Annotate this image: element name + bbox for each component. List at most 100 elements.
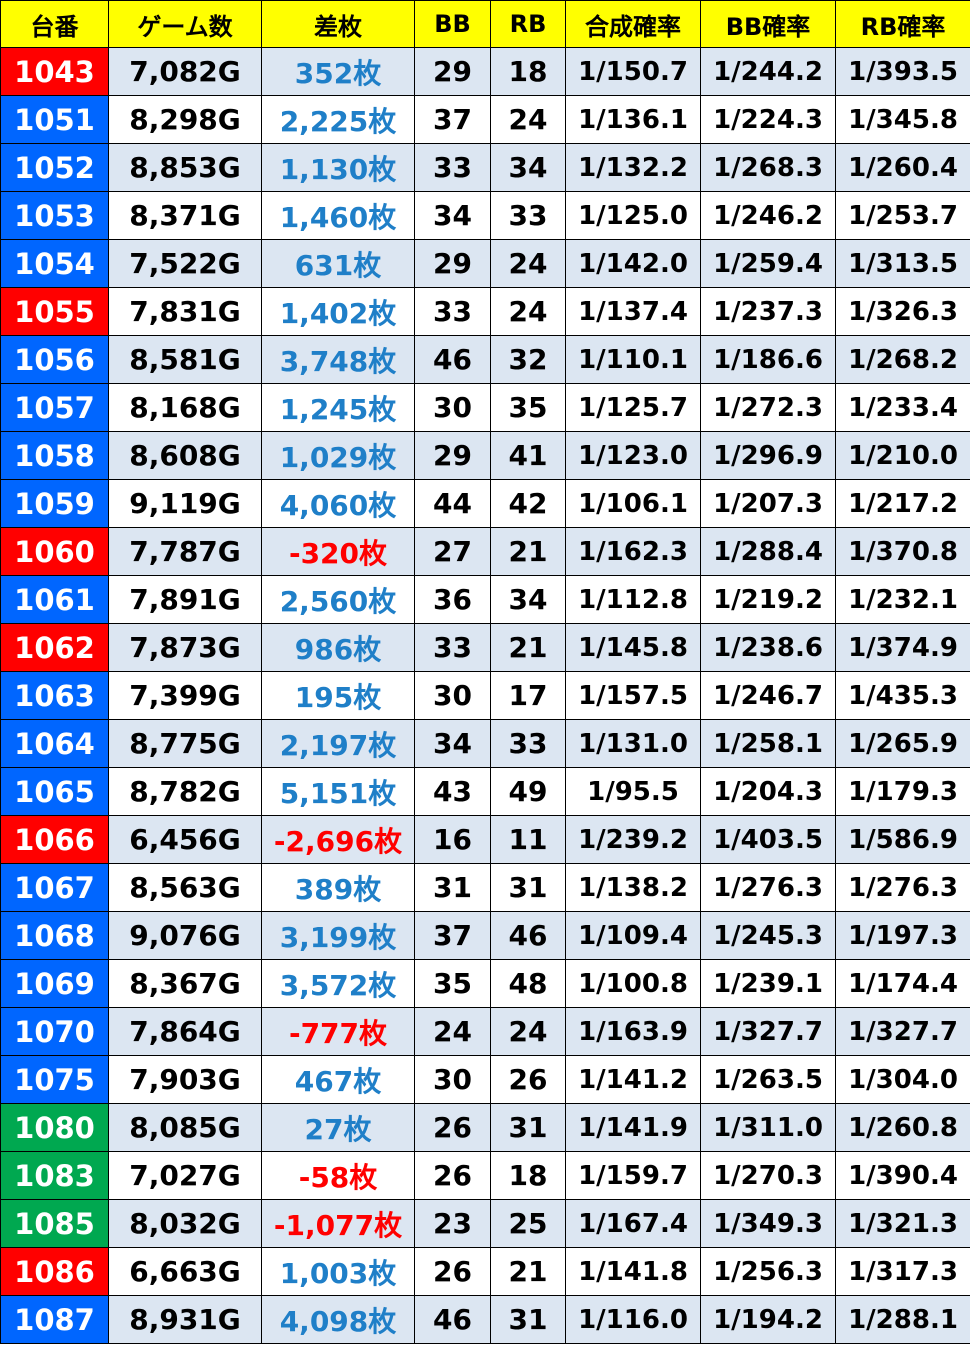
rb-count-cell: 31 (490, 1295, 566, 1344)
medal-difference-cell: 5,151枚 (261, 767, 415, 816)
bb-count-cell: 29 (414, 47, 491, 96)
rb-count-cell: 32 (490, 335, 566, 384)
table-row: 1056 8,581G 3,748枚 46 32 1/110.1 1/186.6 1/268.… (0, 335, 970, 384)
combined-rate-cell: 1/239.2 (565, 815, 701, 864)
rb-count-cell: 35 (490, 383, 566, 432)
game-count-cell: 8,775G (108, 719, 262, 768)
medal-difference-cell: 2,197枚 (261, 719, 415, 768)
rb-rate-cell: 1/327.7 (835, 1007, 970, 1056)
table-row: 1063 7,399G 195枚 30 17 1/157.5 1/246.7 1/435.3 (0, 671, 970, 720)
machine-number-cell: 1059 (0, 479, 109, 528)
machine-number-cell: 1064 (0, 719, 109, 768)
table-row: 1051 8,298G 2,225枚 37 24 1/136.1 1/224.3 1/345.… (0, 95, 970, 144)
rb-count-cell: 33 (490, 719, 566, 768)
machine-number-cell: 1087 (0, 1295, 109, 1344)
rb-count-cell: 33 (490, 191, 566, 240)
machine-number-cell: 1053 (0, 191, 109, 240)
combined-rate-cell: 1/131.0 (565, 719, 701, 768)
bb-rate-cell: 1/276.3 (700, 863, 836, 912)
bb-rate-cell: 1/239.1 (700, 959, 836, 1008)
rb-count-cell: 26 (490, 1055, 566, 1104)
game-count-cell: 8,853G (108, 143, 262, 192)
combined-rate-cell: 1/141.8 (565, 1247, 701, 1296)
rb-rate-cell: 1/179.3 (835, 767, 970, 816)
bb-rate-cell: 1/207.3 (700, 479, 836, 528)
table-row: 1065 8,782G 5,151枚 43 49 1/95.5 1/204.3 1/179.3 (0, 767, 970, 816)
combined-rate-cell: 1/159.7 (565, 1151, 701, 1200)
game-count-cell: 7,831G (108, 287, 262, 336)
bb-rate-cell: 1/263.5 (700, 1055, 836, 1104)
bb-rate-cell: 1/288.4 (700, 527, 836, 576)
bb-count-cell: 30 (414, 1055, 491, 1104)
combined-rate-cell: 1/141.2 (565, 1055, 701, 1104)
medal-difference-cell: 2,560枚 (261, 575, 415, 624)
rb-count-cell: 21 (490, 527, 566, 576)
bb-count-cell: 35 (414, 959, 491, 1008)
combined-rate-cell: 1/116.0 (565, 1295, 701, 1344)
combined-rate-cell: 1/162.3 (565, 527, 701, 576)
rb-count-cell: 17 (490, 671, 566, 720)
machine-number-cell: 1067 (0, 863, 109, 912)
rb-count-cell: 11 (490, 815, 566, 864)
rb-rate-cell: 1/288.1 (835, 1295, 970, 1344)
game-count-cell: 6,663G (108, 1247, 262, 1296)
bb-count-cell: 31 (414, 863, 491, 912)
header-bb: BB (414, 0, 491, 48)
rb-count-cell: 18 (490, 47, 566, 96)
game-count-cell: 8,371G (108, 191, 262, 240)
slot-data-table: 台番 ゲーム数 差枚 BB RB 合成確率 BB確率 RB確率 1043 7,08… (0, 0, 970, 1344)
rb-rate-cell: 1/326.3 (835, 287, 970, 336)
table-row: 1064 8,775G 2,197枚 34 33 1/131.0 1/258.1 1/265.… (0, 719, 970, 768)
bb-rate-cell: 1/186.6 (700, 335, 836, 384)
game-count-cell: 7,873G (108, 623, 262, 672)
rb-count-cell: 41 (490, 431, 566, 480)
game-count-cell: 8,168G (108, 383, 262, 432)
bb-rate-cell: 1/349.3 (700, 1199, 836, 1248)
medal-difference-cell: -1,077枚 (261, 1199, 415, 1248)
machine-number-cell: 1070 (0, 1007, 109, 1056)
game-count-cell: 8,608G (108, 431, 262, 480)
rb-count-cell: 46 (490, 911, 566, 960)
medal-difference-cell: 1,460枚 (261, 191, 415, 240)
combined-rate-cell: 1/109.4 (565, 911, 701, 960)
game-count-cell: 7,787G (108, 527, 262, 576)
bb-rate-cell: 1/238.6 (700, 623, 836, 672)
bb-count-cell: 26 (414, 1151, 491, 1200)
rb-count-cell: 21 (490, 623, 566, 672)
machine-number-cell: 1051 (0, 95, 109, 144)
bb-rate-cell: 1/237.3 (700, 287, 836, 336)
bb-rate-cell: 1/246.7 (700, 671, 836, 720)
medal-difference-cell: 3,572枚 (261, 959, 415, 1008)
table-row: 1058 8,608G 1,029枚 29 41 1/123.0 1/296.9 1/210.… (0, 431, 970, 480)
medal-difference-cell: 195枚 (261, 671, 415, 720)
rb-rate-cell: 1/265.9 (835, 719, 970, 768)
rb-count-cell: 31 (490, 863, 566, 912)
game-count-cell: 7,399G (108, 671, 262, 720)
game-count-cell: 7,522G (108, 239, 262, 288)
rb-rate-cell: 1/313.5 (835, 239, 970, 288)
table-row: 1043 7,082G 352枚 29 18 1/150.7 1/244.2 1/393.5 (0, 47, 970, 96)
medal-difference-cell: 352枚 (261, 47, 415, 96)
game-count-cell: 8,782G (108, 767, 262, 816)
machine-number-cell: 1066 (0, 815, 109, 864)
rb-count-cell: 25 (490, 1199, 566, 1248)
rb-rate-cell: 1/304.0 (835, 1055, 970, 1104)
table-row: 1070 7,864G -777枚 24 24 1/163.9 1/327.7 1/327.7 (0, 1007, 970, 1056)
rb-rate-cell: 1/197.3 (835, 911, 970, 960)
header-combined-rate: 合成確率 (565, 0, 701, 48)
bb-rate-cell: 1/194.2 (700, 1295, 836, 1344)
rb-rate-cell: 1/435.3 (835, 671, 970, 720)
rb-count-cell: 34 (490, 575, 566, 624)
medal-difference-cell: 631枚 (261, 239, 415, 288)
table-row: 1068 9,076G 3,199枚 37 46 1/109.4 1/245.3 1/197.… (0, 911, 970, 960)
medal-difference-cell: 986枚 (261, 623, 415, 672)
rb-count-cell: 49 (490, 767, 566, 816)
rb-count-cell: 31 (490, 1103, 566, 1152)
machine-number-cell: 1075 (0, 1055, 109, 1104)
machine-number-cell: 1083 (0, 1151, 109, 1200)
bb-count-cell: 29 (414, 431, 491, 480)
combined-rate-cell: 1/110.1 (565, 335, 701, 384)
medal-difference-cell: 3,199枚 (261, 911, 415, 960)
machine-number-cell: 1085 (0, 1199, 109, 1248)
machine-number-cell: 1058 (0, 431, 109, 480)
